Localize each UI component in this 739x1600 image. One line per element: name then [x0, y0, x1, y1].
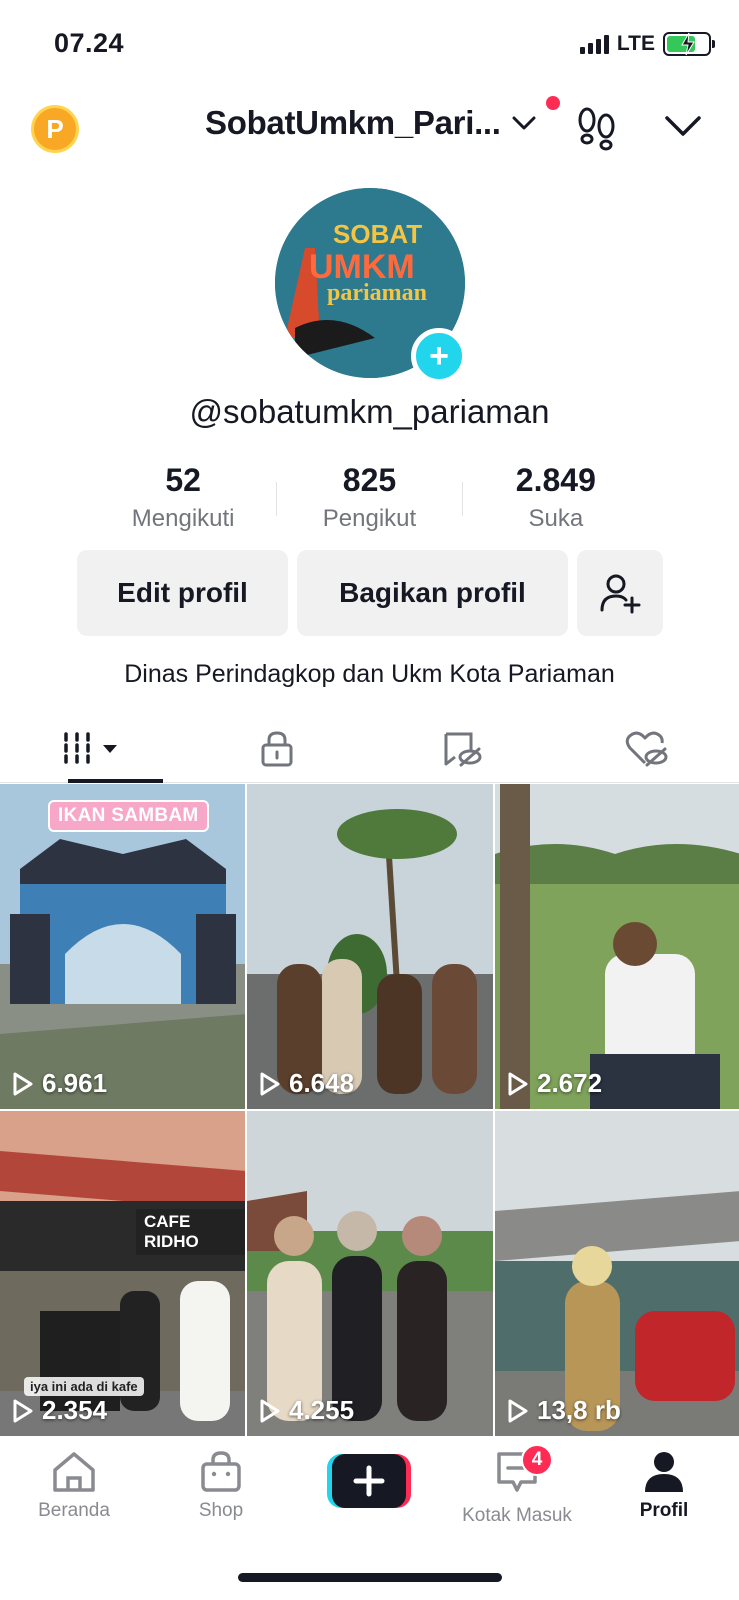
add-user-icon [600, 574, 641, 614]
nav-inbox-label: Kotak Masuk [462, 1505, 572, 1526]
video-grid: IKAN SAMBAM 6.961 6.648 2.672 CAFE RIDHO… [0, 784, 739, 1436]
chevron-down-icon [512, 116, 536, 130]
view-count-value: 2.354 [42, 1395, 108, 1425]
profile-actions: Edit profil Bagikan profil [77, 550, 663, 636]
account-switcher[interactable]: SobatUmkm_Pari... [205, 104, 537, 142]
menu-chevron-icon[interactable] [663, 112, 703, 140]
nav-profile-label: Profil [639, 1500, 689, 1521]
nav-inbox[interactable]: 4 Kotak Masuk [447, 1444, 587, 1527]
username-title: SobatUmkm_Pari... [205, 104, 501, 141]
followers-label: Pengikut [322, 505, 417, 532]
view-count-value: 13,8 rb [537, 1395, 621, 1425]
profile-header: P SobatUmkm_Pari... [0, 90, 739, 170]
home-icon [53, 1452, 95, 1492]
avatar-text-sobat: SOBAT [333, 219, 422, 249]
divider [276, 482, 278, 516]
status-indicators: LTE [579, 32, 715, 56]
home-indicator [238, 1573, 502, 1582]
tab-liked[interactable] [554, 715, 739, 782]
add-friend-button[interactable] [577, 550, 663, 636]
edit-profile-button[interactable]: Edit profil [77, 550, 288, 636]
content-tabs [0, 715, 739, 783]
status-bar: 07.24 LTE [0, 0, 739, 90]
video-caption: iya ini ada di kafe [24, 1377, 144, 1396]
create-button[interactable] [327, 1454, 411, 1508]
followers-count: 825 [342, 462, 397, 498]
likes-count: 2.849 [515, 462, 596, 498]
play-icon [260, 1072, 280, 1095]
battery-icon [663, 32, 715, 56]
nav-shop-label: Shop [198, 1500, 244, 1521]
inbox-badge: 4 [521, 1444, 553, 1476]
view-count: 2.354 [12, 1395, 107, 1426]
notification-dot [546, 96, 560, 110]
hidden-bookmark-icon [444, 732, 482, 766]
play-icon [260, 1399, 280, 1422]
view-count: 13,8 rb [507, 1395, 621, 1426]
play-icon [508, 1072, 528, 1095]
view-count-value: 6.648 [289, 1068, 355, 1098]
nav-shop[interactable]: Shop [151, 1450, 291, 1522]
video-thumbnail[interactable]: 6.648 [247, 784, 493, 1109]
view-count: 6.648 [259, 1068, 354, 1099]
signal-icon [579, 34, 609, 54]
shopping-bag-icon [201, 1451, 241, 1492]
view-count-value: 6.961 [42, 1068, 108, 1098]
lock-icon [261, 730, 293, 766]
video-thumbnail[interactable]: 4.255 [247, 1111, 493, 1436]
share-profile-button[interactable]: Bagikan profil [297, 550, 568, 636]
coin-icon[interactable]: P [31, 105, 79, 153]
following-count: 52 [165, 462, 201, 498]
plus-icon [327, 1454, 411, 1508]
profile-icon [645, 1452, 683, 1492]
stat-followers[interactable]: 825 Pengikut [276, 462, 463, 533]
network-type: LTE [616, 32, 655, 55]
status-time: 07.24 [54, 28, 125, 58]
profile-handle: @sobatumkm_pariaman [189, 393, 550, 430]
add-avatar-button[interactable]: + [411, 328, 467, 384]
tab-private[interactable] [185, 715, 370, 782]
video-thumbnail[interactable]: IKAN SAMBAM 6.961 [0, 784, 245, 1109]
footprint-icon[interactable] [575, 106, 619, 152]
video-thumbnail[interactable]: CAFE RIDHO iya ini ada di kafe 2.354 [0, 1111, 245, 1436]
hidden-heart-icon [625, 731, 668, 766]
view-count: 4.255 [259, 1395, 354, 1426]
play-icon [508, 1399, 528, 1422]
nav-home-label: Beranda [38, 1500, 110, 1521]
profile-bio: Dinas Perindagkop dan Ukm Kota Pariaman [124, 660, 615, 688]
view-count-value: 2.672 [537, 1068, 603, 1098]
view-count: 2.672 [507, 1068, 602, 1099]
video-thumbnail[interactable]: 13,8 rb [495, 1111, 739, 1436]
nav-home[interactable]: Beranda [4, 1450, 144, 1522]
view-count: 6.961 [12, 1068, 107, 1099]
following-label: Mengikuti [131, 505, 235, 532]
play-icon [13, 1399, 33, 1422]
grid-icon [64, 731, 118, 766]
video-thumbnail[interactable]: 2.672 [495, 784, 739, 1109]
cafe-sign: CAFE RIDHO [136, 1209, 245, 1255]
tab-reposts[interactable] [370, 715, 555, 782]
view-count-value: 4.255 [289, 1395, 355, 1425]
avatar-text-pariaman: pariaman [327, 280, 427, 306]
profile-stats: 52 Mengikuti 825 Pengikut 2.849 Suka [90, 462, 649, 533]
nav-profile[interactable]: Profil [594, 1450, 734, 1522]
likes-label: Suka [528, 505, 584, 532]
video-caption: IKAN SAMBAM [48, 800, 209, 832]
stat-following[interactable]: 52 Mengikuti [90, 462, 276, 533]
stat-likes[interactable]: 2.849 Suka [463, 462, 649, 533]
tab-videos[interactable] [0, 715, 185, 783]
play-icon [13, 1072, 33, 1095]
